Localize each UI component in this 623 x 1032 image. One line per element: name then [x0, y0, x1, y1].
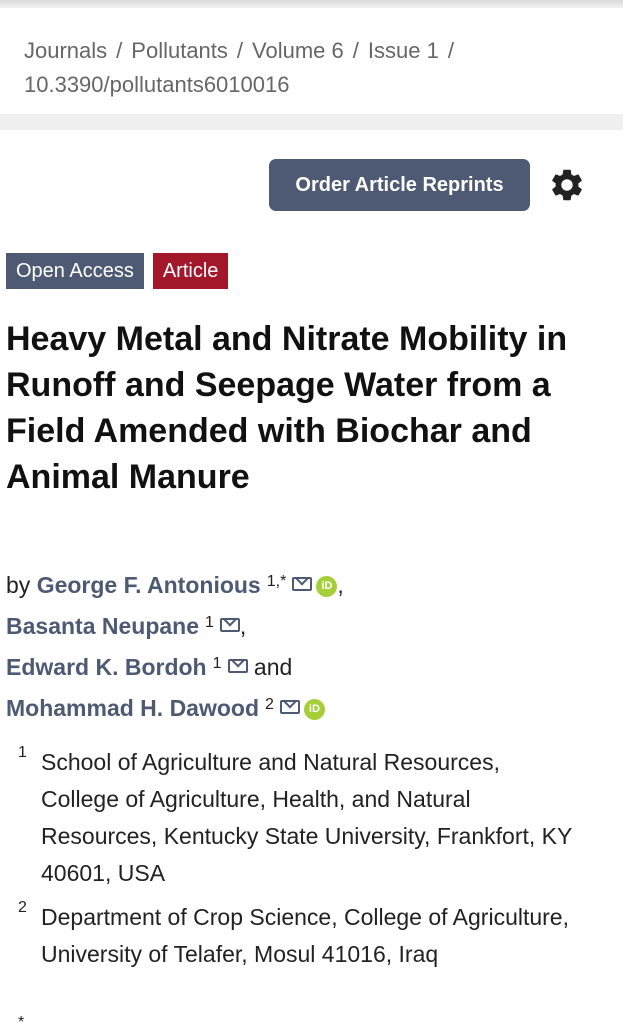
gear-icon[interactable]: [548, 166, 586, 204]
affiliation-text: Department of Crop Science, College of A…: [41, 904, 569, 967]
affiliation-item: 2 Department of Crop Science, College of…: [18, 899, 578, 973]
section-divider: [0, 114, 623, 130]
by-label: by: [6, 572, 31, 598]
breadcrumb-separator: /: [236, 38, 244, 63]
author-list: by George F. Antonious 1,* iD, Basanta Neu…: [6, 563, 616, 727]
author-name[interactable]: Basanta Neupane: [6, 613, 199, 639]
mail-icon[interactable]: [279, 700, 300, 714]
article-title: Heavy Metal and Nitrate Mobility in Runo…: [6, 320, 568, 496]
author-name[interactable]: Edward K. Bordoh: [6, 654, 207, 680]
affiliation-number: 1: [18, 744, 27, 761]
affiliation-number: 2: [18, 899, 27, 916]
author-affiliation-mark: 1,*: [266, 573, 287, 590]
author-name[interactable]: Mohammad H. Dawood: [6, 695, 259, 721]
breadcrumb-panel: Journals / Pollutants / Volume 6 / Issue 1 / 10…: [0, 8, 623, 114]
affiliation-text: School of Agriculture and Natural Resour…: [41, 749, 572, 886]
affiliation-item: 1 School of Agriculture and Natural Reso…: [18, 744, 578, 892]
orcid-icon[interactable]: iD: [303, 699, 325, 720]
breadcrumb-pollutants[interactable]: Pollutants: [131, 38, 228, 63]
footnote-marker: *: [18, 1014, 25, 1031]
author-line: Mohammad H. Dawood 2 iD: [6, 686, 616, 727]
breadcrumb-volume[interactable]: Volume 6: [252, 38, 344, 63]
author-line: Edward K. Bordoh 1 and: [6, 645, 616, 686]
mail-icon[interactable]: [227, 659, 248, 673]
and-label: and: [253, 654, 293, 680]
author-name[interactable]: George F. Antonious: [37, 572, 261, 598]
author-affiliation-mark: 1: [205, 614, 214, 631]
breadcrumb: Journals / Pollutants / Volume 6 / Issue 1 / 10…: [24, 34, 604, 102]
article-badges: Open Access Article: [6, 253, 229, 289]
breadcrumb-separator: /: [447, 38, 454, 63]
author-affiliation-mark: 2: [265, 696, 274, 713]
top-shade: [0, 0, 623, 8]
author-line: by George F. Antonious 1,* iD,: [6, 572, 344, 598]
breadcrumb-doi: 10.3390/pollutants6010016: [24, 72, 290, 97]
author-affiliation-mark: 1: [212, 655, 222, 672]
mail-icon[interactable]: [219, 618, 240, 632]
article-type-badge: Article: [152, 253, 229, 289]
breadcrumb-separator: /: [352, 38, 359, 63]
mail-icon[interactable]: [292, 577, 313, 591]
orcid-icon[interactable]: iD: [316, 576, 338, 597]
author-line: Basanta Neupane 1,: [6, 613, 247, 639]
open-access-badge: Open Access: [6, 253, 144, 289]
breadcrumb-issue[interactable]: Issue 1: [368, 38, 439, 63]
breadcrumb-separator: /: [116, 38, 123, 63]
order-reprints-button[interactable]: Order Article Reprints: [269, 159, 530, 211]
breadcrumb-journals[interactable]: Journals: [24, 38, 107, 63]
